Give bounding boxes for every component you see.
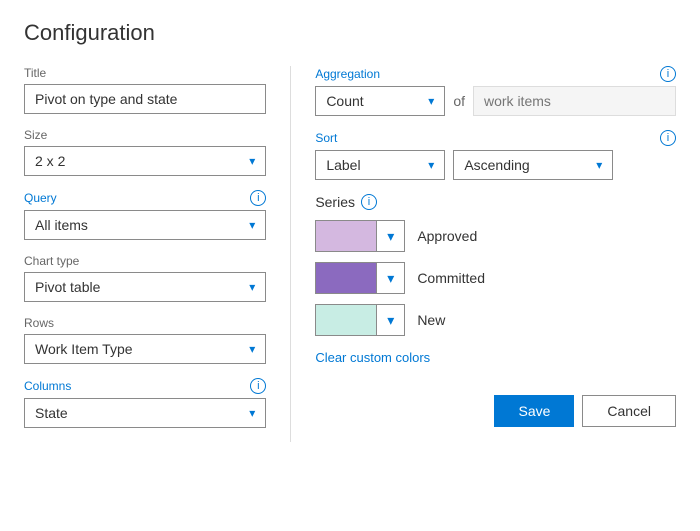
chevron-down-icon: ▾	[249, 280, 255, 294]
cancel-button[interactable]: Cancel	[582, 395, 676, 427]
series-header: Series i	[315, 194, 676, 210]
columns-info-icon[interactable]: i	[250, 378, 266, 394]
page-title: Configuration	[24, 20, 676, 46]
chart-type-label: Chart type	[24, 254, 266, 268]
query-info-icon[interactable]: i	[250, 190, 266, 206]
rows-select[interactable]: Work Item Type ▾	[24, 334, 266, 364]
chevron-down-icon: ▾	[428, 158, 434, 172]
approved-swatch-chevron[interactable]: ▾	[376, 221, 404, 251]
new-color-swatch	[316, 305, 376, 335]
committed-swatch-container[interactable]: ▾	[315, 262, 405, 294]
of-input	[473, 86, 676, 116]
committed-label: Committed	[417, 270, 485, 286]
query-label-row: Query i	[24, 190, 266, 206]
size-select[interactable]: 2 x 2 ▾	[24, 146, 266, 176]
size-label: Size	[24, 128, 266, 142]
sort-info-icon[interactable]: i	[660, 130, 676, 146]
sort-field-value: Label	[326, 157, 360, 173]
aggregation-info-icon[interactable]: i	[660, 66, 676, 82]
size-field-group: Size 2 x 2 ▾	[24, 128, 266, 176]
aggregation-label-row: Aggregation i	[315, 66, 676, 82]
left-panel: Title Size 2 x 2 ▾ Query i All items ▾ C…	[24, 66, 291, 442]
columns-label-row: Columns i	[24, 378, 266, 394]
chevron-down-icon: ▾	[249, 154, 255, 168]
rows-value: Work Item Type	[35, 341, 133, 357]
sort-field-group: Sort i Label ▾ Ascending ▾	[315, 130, 676, 180]
series-item-approved: ▾ Approved	[315, 220, 676, 252]
sort-label-row: Sort i	[315, 130, 676, 146]
sort-field-select[interactable]: Label ▾	[315, 150, 445, 180]
aggregation-value: Count	[326, 93, 363, 109]
aggregation-field-group: Aggregation i Count ▾ of	[315, 66, 676, 116]
save-button[interactable]: Save	[494, 395, 574, 427]
sort-row: Label ▾ Ascending ▾	[315, 150, 676, 180]
approved-color-swatch	[316, 221, 376, 251]
approved-label: Approved	[417, 228, 477, 244]
approved-swatch-container[interactable]: ▾	[315, 220, 405, 252]
chart-type-field-group: Chart type Pivot table ▾	[24, 254, 266, 302]
aggregation-label: Aggregation	[315, 67, 380, 81]
new-label: New	[417, 312, 445, 328]
rows-field-group: Rows Work Item Type ▾	[24, 316, 266, 364]
chevron-down-icon: ▾	[596, 158, 602, 172]
chart-type-value: Pivot table	[35, 279, 100, 295]
series-item-new: ▾ New	[315, 304, 676, 336]
title-input[interactable]	[24, 84, 266, 114]
sort-order-value: Ascending	[464, 157, 529, 173]
chevron-down-icon: ▾	[387, 270, 394, 287]
columns-label: Columns	[24, 379, 71, 393]
rows-label: Rows	[24, 316, 266, 330]
columns-field-group: Columns i State ▾	[24, 378, 266, 428]
query-select[interactable]: All items ▾	[24, 210, 266, 240]
chevron-down-icon: ▾	[249, 406, 255, 420]
sort-label: Sort	[315, 131, 337, 145]
columns-value: State	[35, 405, 68, 421]
chevron-down-icon: ▾	[428, 94, 434, 108]
sort-order-select[interactable]: Ascending ▾	[453, 150, 613, 180]
chevron-down-icon: ▾	[249, 342, 255, 356]
columns-select[interactable]: State ▾	[24, 398, 266, 428]
chevron-down-icon: ▾	[387, 312, 394, 329]
title-label: Title	[24, 66, 266, 80]
aggregation-row: Count ▾ of	[315, 86, 676, 116]
size-value: 2 x 2	[35, 153, 65, 169]
query-value: All items	[35, 217, 88, 233]
new-swatch-container[interactable]: ▾	[315, 304, 405, 336]
right-panel: Aggregation i Count ▾ of Sort i Label ▾	[291, 66, 676, 442]
series-item-committed: ▾ Committed	[315, 262, 676, 294]
committed-swatch-chevron[interactable]: ▾	[376, 263, 404, 293]
footer-buttons: Save Cancel	[315, 395, 676, 427]
query-field-group: Query i All items ▾	[24, 190, 266, 240]
chevron-down-icon: ▾	[249, 218, 255, 232]
aggregation-select[interactable]: Count ▾	[315, 86, 445, 116]
chevron-down-icon: ▾	[387, 228, 394, 245]
query-label: Query	[24, 191, 57, 205]
series-info-icon[interactable]: i	[361, 194, 377, 210]
chart-type-select[interactable]: Pivot table ▾	[24, 272, 266, 302]
committed-color-swatch	[316, 263, 376, 293]
of-label: of	[453, 93, 465, 109]
title-field-group: Title	[24, 66, 266, 114]
new-swatch-chevron[interactable]: ▾	[376, 305, 404, 335]
clear-custom-colors-link[interactable]: Clear custom colors	[315, 350, 430, 365]
series-label: Series	[315, 194, 355, 210]
series-field-group: Series i ▾ Approved ▾	[315, 194, 676, 365]
